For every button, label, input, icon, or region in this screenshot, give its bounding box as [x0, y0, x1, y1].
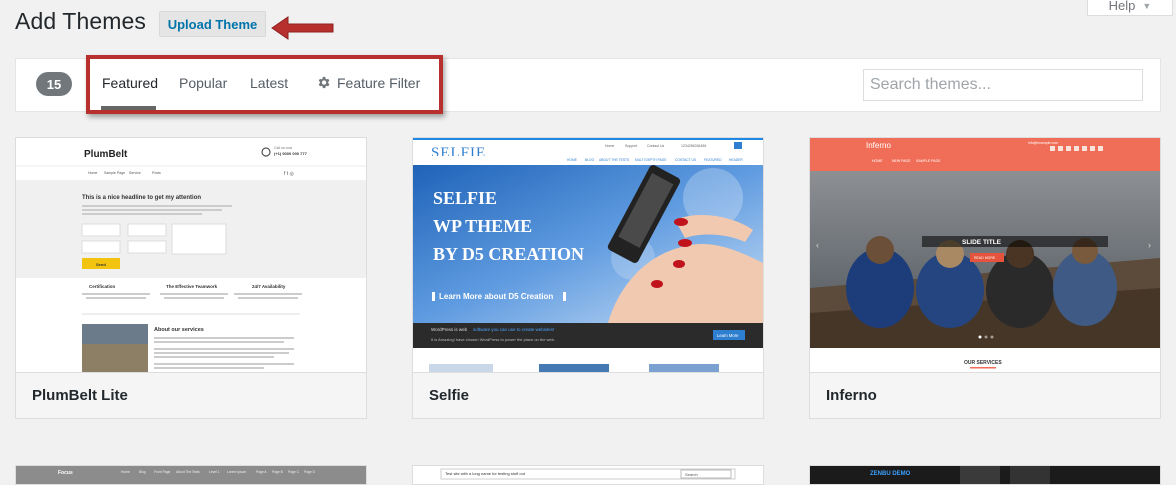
search-themes-input[interactable]	[863, 69, 1143, 101]
preview-phone: (+1) 0000 000 777	[274, 151, 308, 156]
theme-card-test-site[interactable]: Test site with a long name for testing s…	[412, 465, 764, 485]
preview-logo: Focus	[58, 470, 73, 476]
preview-menu-item: HEADER	[729, 158, 743, 162]
theme-name: Inferno	[826, 387, 877, 404]
preview-site-title: Test site with a long name for testing s…	[445, 471, 526, 476]
preview-hero-line: BY D5 CREATION	[433, 244, 584, 264]
preview-send-button: Send	[96, 262, 106, 267]
preview-menu-item: HOME	[872, 159, 883, 163]
theme-name: PlumBelt Lite	[32, 387, 128, 404]
preview-menu-item: FEATURED	[704, 158, 722, 162]
theme-name-bar[interactable]: Selfie	[413, 372, 763, 418]
preview-learn-more: Learn More about D5 Creation	[439, 292, 553, 301]
theme-card-selfie[interactable]: SELFIE Home Support Contact Us 123425633…	[412, 137, 764, 419]
preview-menu-item: ABOUT THE TESTS	[599, 158, 630, 162]
preview-email: info@example.com	[1028, 141, 1058, 145]
preview-headline: This is a nice headline to get my attent…	[82, 195, 201, 201]
theme-screenshot[interactable]: ZENBU DEMO	[810, 466, 1160, 485]
preview-feature: 24/7 Availability	[252, 284, 286, 289]
tab-feature-filter[interactable]: Feature Filter	[337, 75, 420, 91]
preview-menu-item: CONTACT US	[675, 158, 697, 162]
current-tab-indicator	[101, 106, 156, 110]
preview-menu-item: Home	[121, 470, 130, 474]
theme-screenshot[interactable]: Focus Home Blog Front Page About The Tes…	[16, 466, 366, 485]
preview-menu-item: Home	[88, 171, 97, 175]
preview-menu-item: Lorem Ipsum	[227, 470, 246, 474]
preview-menu-item: Sample Page	[104, 171, 125, 175]
upload-theme-button[interactable]: Upload Theme	[159, 11, 266, 37]
theme-screenshot[interactable]: Inferno info@example.com HOME NEW PAGE S…	[810, 138, 1160, 372]
help-label: Help	[1108, 0, 1136, 13]
preview-menu-item: MULTI DEPTH PAGE	[635, 158, 667, 162]
tab-popular[interactable]: Popular	[179, 75, 227, 91]
theme-name: Selfie	[429, 387, 470, 404]
theme-card-plumbelt-lite[interactable]: PlumBelt Call us now (+1) 0000 000 777 H…	[15, 137, 367, 419]
preview-menu-item: Page B	[272, 470, 284, 474]
theme-name-bar[interactable]: PlumBelt Lite	[16, 372, 366, 418]
preview-slide-title: SLIDE TITLE	[962, 239, 1002, 246]
preview-section-title: OUR SERVICES	[964, 360, 1002, 366]
preview-phone-label: Call us now	[274, 146, 293, 150]
preview-top-link: Home	[605, 144, 614, 148]
theme-card-zenbu[interactable]: ZENBU DEMO	[809, 465, 1161, 485]
tab-latest[interactable]: Latest	[250, 75, 288, 91]
theme-screenshot[interactable]: Test site with a long name for testing s…	[413, 466, 763, 485]
chevron-right-icon: ›	[1148, 240, 1151, 250]
preview-about-title: About our services	[154, 327, 204, 333]
preview-menu-item: SAMPLE PAGE	[916, 159, 941, 163]
svg-text:f t ◎: f t ◎	[284, 171, 295, 177]
help-tab[interactable]: Help ▼	[1087, 0, 1173, 16]
preview-hero-line: SELFIE	[433, 188, 497, 208]
preview-bar-button: Learn More	[717, 333, 739, 338]
preview-top-link: 1234256334456	[681, 144, 706, 148]
preview-menu-item: About The Tests	[176, 470, 200, 474]
preview-top-link: Support	[625, 144, 637, 148]
preview-logo: Inferno	[866, 141, 891, 150]
theme-screenshot[interactable]: PlumBelt Call us now (+1) 0000 000 777 H…	[16, 138, 366, 372]
preview-menu-item: Page C	[288, 470, 300, 474]
theme-screenshot[interactable]: SELFIE Home Support Contact Us 123425633…	[413, 138, 763, 372]
preview-bar-text: It is Amazing! have chosen WordPress to …	[431, 337, 555, 342]
preview-search: Search	[685, 472, 698, 477]
preview-feature: The Effective Teamwork	[166, 284, 218, 289]
preview-slide-button: READ MORE	[974, 256, 996, 260]
chevron-left-icon: ‹	[816, 240, 819, 250]
preview-menu-item: Service	[129, 171, 141, 175]
preview-menu-item: BLOG	[585, 158, 595, 162]
preview-menu-item: HOME	[567, 158, 578, 162]
preview-menu-item: Page A	[256, 470, 267, 474]
gear-icon[interactable]	[316, 75, 331, 90]
preview-menu-item: Front Page	[154, 470, 170, 474]
preview-menu-item: NEW PAGE	[892, 159, 911, 163]
preview-menu-item: Posts	[152, 171, 161, 175]
preview-bar-link: software you can use to create websites!	[473, 327, 554, 332]
preview-hero-line: WP THEME	[433, 216, 532, 236]
preview-menu-item: Blog	[139, 470, 146, 474]
preview-menu-item: Page D	[304, 470, 316, 474]
preview-menu-item: Level 1	[209, 470, 220, 474]
theme-card-inferno[interactable]: Inferno info@example.com HOME NEW PAGE S…	[809, 137, 1161, 419]
page-title: Add Themes	[15, 8, 146, 34]
preview-logo: ZENBU DEMO	[870, 471, 911, 477]
theme-card-focus[interactable]: Focus Home Blog Front Page About The Tes…	[15, 465, 367, 485]
annotation-arrow-icon	[271, 16, 334, 40]
preview-bar-text: WordPress is web	[431, 327, 468, 332]
theme-name-bar[interactable]: Inferno	[810, 372, 1160, 418]
preview-feature: Certification	[89, 284, 116, 289]
tab-featured[interactable]: Featured	[102, 75, 158, 91]
caret-down-icon: ▼	[1142, 0, 1152, 11]
preview-logo: PlumBelt	[84, 149, 128, 160]
preview-top-link: Contact Us	[647, 144, 665, 148]
theme-count-badge: 15	[36, 72, 72, 96]
